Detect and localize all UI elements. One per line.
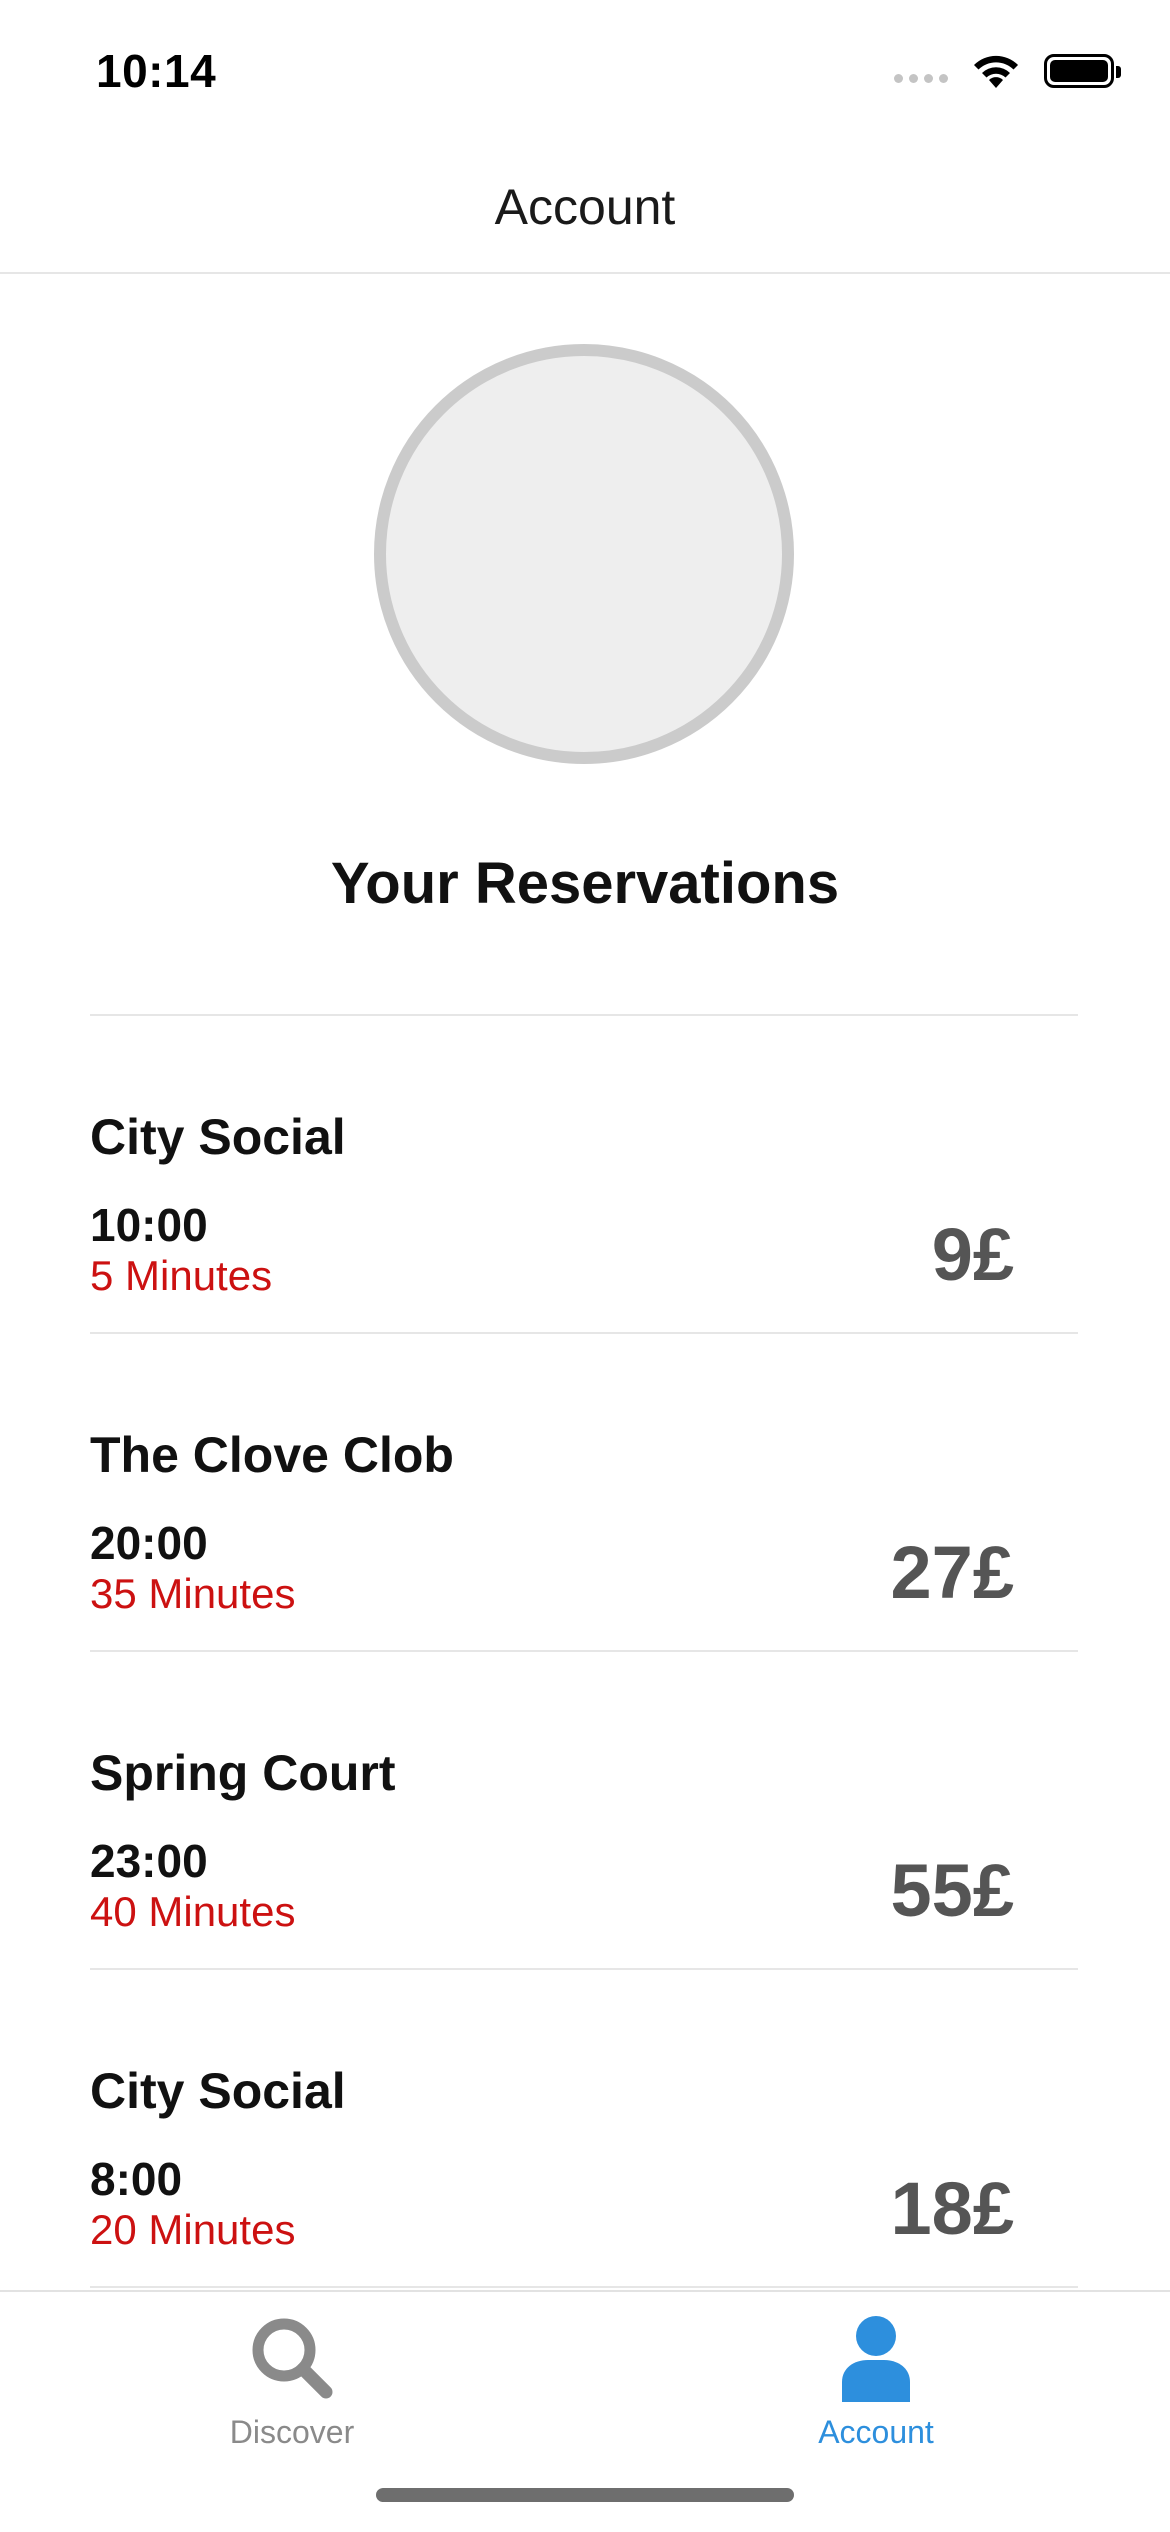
restaurant-name: The Clove Clob [90, 1427, 454, 1483]
reservation-price: 27£ [890, 1531, 1014, 1614]
wifi-icon [974, 55, 1018, 88]
reservation-price: 18£ [890, 2167, 1014, 2250]
reservation-row[interactable]: City Social 8:00 20 Minutes 18£ [90, 1970, 1078, 2288]
reservation-duration: 35 Minutes [90, 1570, 296, 1617]
avatar[interactable] [374, 344, 794, 764]
reservation-time: 10:00 [90, 1199, 208, 1251]
reservation-time: 20:00 [90, 1517, 208, 1569]
tab-label: Account [818, 2414, 934, 2450]
tab-account[interactable]: Account [726, 2310, 1026, 2451]
search-icon [252, 2318, 333, 2399]
page-title: Account [494, 179, 676, 235]
signal-dots-icon [894, 73, 948, 83]
reservations-list: City Social 10:00 5 Minutes 9£ The Clove… [0, 1016, 1170, 2288]
reservation-row[interactable]: The Clove Clob 20:00 35 Minutes 27£ [90, 1334, 1078, 1652]
reservation-duration: 20 Minutes [90, 2206, 296, 2253]
restaurant-name: City Social [90, 2063, 346, 2119]
status-bar: 10:14 [0, 0, 1170, 140]
restaurant-name: City Social [90, 1109, 346, 1165]
person-icon [842, 2316, 910, 2402]
status-icons [894, 52, 1121, 90]
reservation-duration: 5 Minutes [90, 1252, 273, 1299]
reservation-price: 9£ [931, 1213, 1014, 1296]
reservation-row[interactable]: Spring Court 23:00 40 Minutes 55£ [90, 1652, 1078, 1970]
status-time: 10:14 [96, 45, 217, 97]
reservation-duration: 40 Minutes [90, 1888, 296, 1935]
reservation-time: 23:00 [90, 1835, 208, 1887]
tab-discover[interactable]: Discover [142, 2310, 442, 2451]
navigation-bar: Account [0, 140, 1170, 274]
reservation-row[interactable]: City Social 10:00 5 Minutes 9£ [90, 1016, 1078, 1334]
battery-icon [1044, 54, 1121, 88]
restaurant-name: Spring Court [90, 1745, 396, 1801]
reservation-time: 8:00 [90, 2153, 183, 2205]
reservation-price: 55£ [890, 1849, 1014, 1932]
tab-label: Discover [229, 2414, 355, 2450]
reservations-heading: Your Reservations [330, 851, 840, 916]
account-screen: 10:14 Account Your Reservations City Soc… [0, 0, 1170, 2532]
home-indicator[interactable] [376, 2488, 794, 2502]
